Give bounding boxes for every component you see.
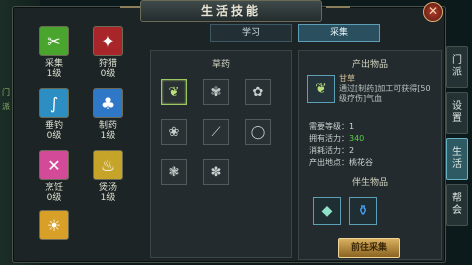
- licorice-herb-icon: ❦: [168, 84, 180, 100]
- herb-item[interactable]: ◯: [245, 119, 271, 145]
- herb-item[interactable]: ❃: [161, 159, 187, 185]
- side-tab-char: 活: [452, 159, 462, 170]
- product-description: 通过[制药]加工可获得[50级疗伤]气血: [339, 84, 431, 103]
- stat-location: 产出地点：桃花谷: [309, 157, 373, 168]
- skill-list: ✂ 采集 1级 ✦ 狩猎 0级 ∫ 垂钓 0级 ♣ 制药 1级 ✕ 烹饪 0级 …: [32, 22, 132, 260]
- fishing-icon: ∫: [39, 88, 69, 118]
- tab-learn[interactable]: 学习: [210, 24, 292, 42]
- stat-label: 需要等级：: [309, 122, 349, 131]
- side-tab-char: 门: [452, 55, 462, 66]
- cooking-icon: ✕: [39, 150, 69, 180]
- stat-value: 2: [349, 146, 355, 155]
- byproduct-item[interactable]: ⚱: [349, 197, 377, 225]
- skill-extra[interactable]: ☀: [34, 210, 74, 240]
- stat-value: 1: [349, 122, 355, 131]
- herb-item[interactable]: ✾: [203, 79, 229, 105]
- skill-name: 烹饪: [44, 183, 63, 193]
- skill-level: 1级: [100, 131, 116, 141]
- skill-level: 0级: [46, 193, 62, 203]
- side-tab-char: 派: [452, 67, 462, 78]
- skill-level: 0级: [46, 131, 62, 141]
- herb-5-icon: ⟋: [211, 124, 221, 140]
- soup-icon: ♨: [93, 150, 123, 180]
- skill-level: 0级: [100, 69, 116, 79]
- close-icon: ✕: [427, 4, 439, 18]
- herb-section-title: 草药: [211, 60, 230, 70]
- side-tab-sect[interactable]: 门派: [446, 46, 468, 88]
- skill-name: 制药: [98, 121, 117, 131]
- stat-value: 桃花谷: [349, 158, 373, 167]
- skill-soup[interactable]: ♨ 煲汤 1级: [88, 150, 128, 204]
- stat-required-level: 需要等级：1: [309, 121, 354, 132]
- skill-medicine[interactable]: ♣ 制药 1级: [88, 88, 128, 142]
- herb-4-icon: ❀: [168, 124, 180, 140]
- title-ornament-right: [326, 6, 350, 14]
- side-tab-char: 会: [452, 205, 462, 216]
- herb-item-licorice[interactable]: ❦: [161, 79, 187, 105]
- skill-name: 采集: [44, 59, 63, 69]
- stat-energy-owned: 拥有活力：340: [309, 133, 364, 144]
- skill-name: 垂钓: [44, 121, 63, 131]
- herb-3-icon: ✿: [252, 84, 264, 100]
- output-section: 产出物品 ❦ 甘草 通过[制药]加工可获得[50级疗伤]气血 需要等级：1 拥有…: [298, 50, 442, 260]
- skill-name: 煲汤: [98, 183, 117, 193]
- side-tab-char: 置: [452, 113, 462, 124]
- byproduct-item[interactable]: ◆: [313, 197, 341, 225]
- skill-gather[interactable]: ✂ 采集 1级: [34, 26, 74, 80]
- potion-byproduct-icon: ⚱: [357, 203, 369, 219]
- output-section-title: 产出物品: [351, 60, 388, 70]
- skill-level: 1级: [100, 193, 116, 203]
- bg-text-1: 门: [2, 88, 10, 97]
- herb-item[interactable]: ⟋: [203, 119, 229, 145]
- herb-item[interactable]: ❀: [161, 119, 187, 145]
- herb-section: 草药 ❦ ✾ ✿ ❀ ⟋ ◯ ❃ ✽: [150, 50, 292, 258]
- skill-name: 狩猎: [98, 59, 117, 69]
- stat-label: 拥有活力：: [309, 134, 349, 143]
- herb-7-icon: ❃: [168, 164, 180, 180]
- side-tab-char: 生: [452, 147, 462, 158]
- product-icon[interactable]: ❦: [307, 75, 335, 103]
- hunt-icon: ✦: [93, 26, 123, 56]
- fire-skill-icon: ☀: [39, 210, 69, 240]
- side-tab-settings[interactable]: 设置: [446, 92, 468, 134]
- side-tab-life[interactable]: 生活: [446, 138, 468, 180]
- licorice-icon: ❦: [315, 81, 327, 97]
- herb-item[interactable]: ✽: [203, 159, 229, 185]
- jade-byproduct-icon: ◆: [321, 203, 333, 219]
- close-button[interactable]: ✕: [423, 2, 443, 22]
- ring-herb-icon: ◯: [250, 124, 266, 140]
- side-tab-char: 设: [452, 101, 462, 112]
- go-gather-button[interactable]: 前往采集: [338, 238, 400, 258]
- skill-hunt[interactable]: ✦ 狩猎 0级: [88, 26, 128, 80]
- herb-2-icon: ✾: [210, 84, 222, 100]
- stat-value: 340: [349, 134, 365, 143]
- herb-8-icon: ✽: [210, 164, 222, 180]
- tab-gather[interactable]: 采集: [298, 24, 380, 42]
- product-name: 甘草: [339, 74, 355, 83]
- stat-energy-cost: 消耗活力：2: [309, 145, 354, 156]
- herb-item[interactable]: ✿: [245, 79, 271, 105]
- side-tab-guild[interactable]: 帮会: [446, 184, 468, 226]
- skill-level: 1级: [46, 69, 62, 79]
- skill-cooking[interactable]: ✕ 烹饪 0级: [34, 150, 74, 204]
- side-tab-char: 帮: [452, 193, 462, 204]
- skill-fishing[interactable]: ∫ 垂钓 0级: [34, 88, 74, 142]
- byproduct-title: 伴生物品: [351, 178, 388, 188]
- window-title: 生活技能: [140, 0, 322, 22]
- bg-text-2: 派: [2, 102, 10, 111]
- gather-icon: ✂: [39, 26, 69, 56]
- stat-label: 产出地点：: [309, 158, 349, 167]
- stat-label: 消耗活力：: [309, 146, 349, 155]
- medicine-icon: ♣: [93, 88, 123, 118]
